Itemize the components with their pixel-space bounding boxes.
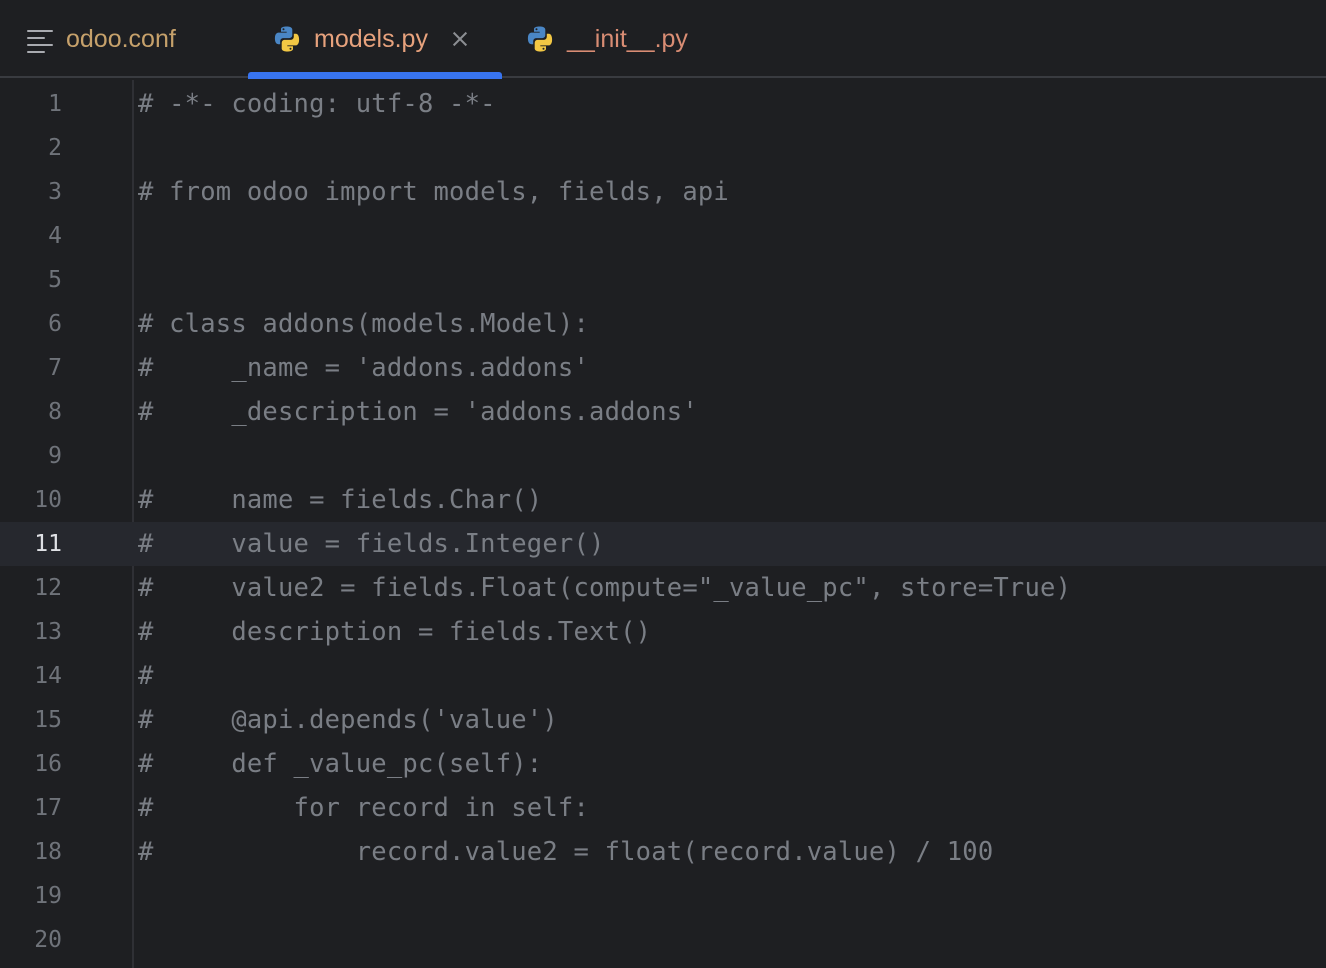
code-line[interactable]: 17 # for record in self: — [0, 786, 1326, 830]
line-number[interactable]: 11 — [0, 522, 62, 566]
line-number[interactable]: 16 — [0, 742, 62, 786]
code-text[interactable]: # _name = 'addons.addons' — [138, 346, 589, 390]
code-text[interactable]: # value = fields.Integer() — [138, 522, 605, 566]
line-number[interactable]: 19 — [0, 874, 62, 918]
line-number[interactable]: 1 — [0, 82, 62, 126]
code-line[interactable]: 8 # _description = 'addons.addons' — [0, 390, 1326, 434]
line-number[interactable]: 20 — [0, 918, 62, 962]
code-text[interactable]: # description = fields.Text() — [138, 610, 651, 654]
tab-init-py[interactable]: __init__.py — [525, 0, 688, 78]
close-icon[interactable] — [452, 31, 468, 47]
code-line[interactable]: 11 # value = fields.Integer() — [0, 522, 1326, 566]
menu-icon[interactable] — [27, 28, 53, 53]
code-line[interactable]: 12 # value2 = fields.Float(compute="_valu… — [0, 566, 1326, 610]
line-number[interactable]: 2 — [0, 126, 62, 170]
tab-label: __init__.py — [567, 24, 688, 53]
line-number[interactable]: 15 — [0, 698, 62, 742]
code-line[interactable]: 2 — [0, 126, 1326, 170]
code-text[interactable]: # @api.depends('value') — [138, 698, 558, 742]
code-line[interactable]: 6 # class addons(models.Model): — [0, 302, 1326, 346]
code-text[interactable]: # for record in self: — [138, 786, 589, 830]
code-text[interactable]: # -*- coding: utf-8 -*- — [138, 82, 496, 126]
code-line[interactable]: 19 — [0, 874, 1326, 918]
code-text[interactable]: # def _value_pc(self): — [138, 742, 542, 786]
code-line[interactable]: 16 # def _value_pc(self): — [0, 742, 1326, 786]
code-line[interactable]: 15 # @api.depends('value') — [0, 698, 1326, 742]
line-number[interactable]: 10 — [0, 478, 62, 522]
code-editor[interactable]: 1 # -*- coding: utf-8 -*- 2 3 # from odoo im… — [0, 80, 1326, 968]
code-line[interactable]: 1 # -*- coding: utf-8 -*- — [0, 82, 1326, 126]
line-number[interactable]: 4 — [0, 214, 62, 258]
code-text[interactable]: # from odoo import models, fields, api — [138, 170, 729, 214]
line-number[interactable]: 17 — [0, 786, 62, 830]
code-text[interactable]: # class addons(models.Model): — [138, 302, 589, 346]
code-line[interactable]: 20 — [0, 918, 1326, 962]
code-line[interactable]: 9 — [0, 434, 1326, 478]
line-number[interactable]: 9 — [0, 434, 62, 478]
code-text[interactable]: # name = fields.Char() — [138, 478, 542, 522]
code-line[interactable]: 4 — [0, 214, 1326, 258]
code-line[interactable]: 13 # description = fields.Text() — [0, 610, 1326, 654]
line-number[interactable]: 5 — [0, 258, 62, 302]
line-number[interactable]: 6 — [0, 302, 62, 346]
code-line[interactable]: 14 # — [0, 654, 1326, 698]
tab-label: odoo.conf — [66, 24, 176, 53]
code-text[interactable]: # value2 = fields.Float(compute="_value_… — [138, 566, 1071, 610]
line-number[interactable]: 14 — [0, 654, 62, 698]
code-line[interactable]: 18 # record.value2 = float(record.value) … — [0, 830, 1326, 874]
python-icon — [527, 26, 553, 52]
code-text[interactable]: # _description = 'addons.addons' — [138, 390, 698, 434]
code-line[interactable]: 3 # from odoo import models, fields, api — [0, 170, 1326, 214]
code-line[interactable]: 10 # name = fields.Char() — [0, 478, 1326, 522]
tab-odoo-conf[interactable]: odoo.conf — [66, 0, 176, 78]
line-number[interactable]: 12 — [0, 566, 62, 610]
line-number[interactable]: 13 — [0, 610, 62, 654]
tab-models-py[interactable]: models.py — [272, 0, 468, 78]
tab-label: models.py — [314, 24, 428, 53]
line-number[interactable]: 18 — [0, 830, 62, 874]
line-number[interactable]: 8 — [0, 390, 62, 434]
code-line[interactable]: 7 # _name = 'addons.addons' — [0, 346, 1326, 390]
code-text[interactable]: # — [138, 654, 154, 698]
code-line[interactable]: 5 — [0, 258, 1326, 302]
python-icon — [274, 26, 300, 52]
editor-tab-bar: odoo.conf models.py __init__.py — [0, 0, 1326, 79]
line-number[interactable]: 7 — [0, 346, 62, 390]
line-number[interactable]: 3 — [0, 170, 62, 214]
active-tab-indicator — [248, 72, 502, 79]
code-text[interactable]: # record.value2 = float(record.value) / … — [138, 830, 993, 874]
